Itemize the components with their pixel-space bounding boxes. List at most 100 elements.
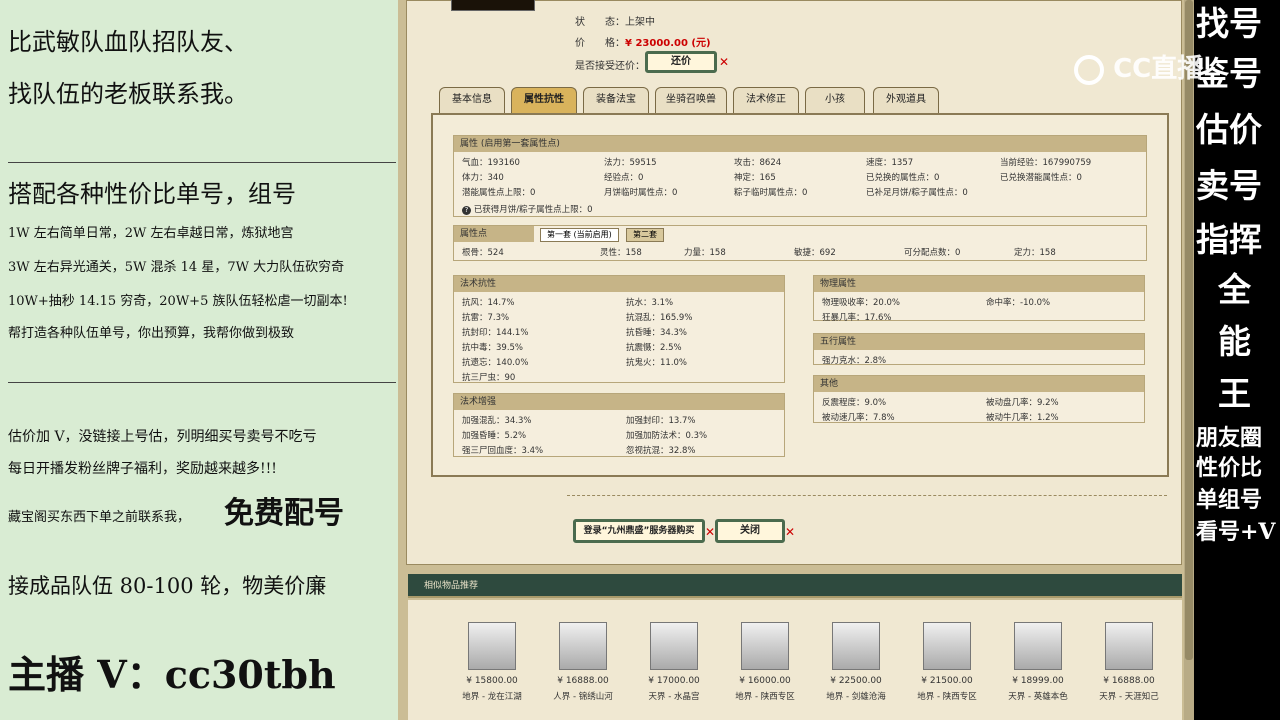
ad-single-team: 单组号: [1196, 487, 1263, 513]
recruit-line-1: 比武敏队血队招队友、: [8, 28, 248, 56]
attr-value: 月饼临时属性点：0: [604, 188, 678, 198]
ad-view-account: 看号+V: [1196, 519, 1276, 545]
item-price: ¥ 17000.00: [648, 676, 700, 686]
item-server: 地界 - 陕西专区: [917, 692, 977, 702]
combo-line-4: 帮打造各种队伍单号，你出预算，我帮你做到极致: [8, 326, 295, 341]
combo-line-1: 1W 左右简单日常，2W 左右卓越日常，炼狱地宫: [8, 226, 294, 241]
attr-value: 法力：59515: [604, 158, 657, 168]
stat-value: 被动盘几率：9.2%: [986, 398, 1059, 408]
stat-value: 抗昏睡：34.3%: [626, 328, 688, 338]
similar-item[interactable]: ¥ 18999.00 天界 - 英雄本色: [996, 622, 1080, 702]
stat-value: 加强封印：13.7%: [626, 416, 696, 426]
stat-value: 加强昏睡：5.2%: [462, 431, 527, 441]
left-info-panel: 比武敏队血队招队友、 找队伍的老板联系我。 搭配各种性价比单号，组号 1W 左右…: [0, 0, 398, 720]
stat-value: 抗三尸虫：90: [462, 373, 516, 383]
close-button[interactable]: 关闭: [715, 519, 785, 543]
similar-item[interactable]: ¥ 16000.00 地界 - 陕西专区: [723, 622, 807, 702]
ad-row-1: 找号: [1196, 4, 1262, 43]
point-value: 可分配点数：0: [904, 248, 961, 258]
bargain-button[interactable]: 还价: [645, 51, 717, 73]
scrollbar[interactable]: [1184, 0, 1194, 720]
stat-value: 忽视抗混：32.8%: [626, 446, 696, 456]
item-server: 地界 - 龙在江湖: [462, 692, 522, 702]
attr-value: 速度：1357: [866, 158, 914, 168]
scrollbar-thumb[interactable]: [1185, 0, 1193, 660]
stat-value: 抗混乱：165.9%: [626, 313, 693, 323]
bargain-label: 是否接受还价：: [575, 61, 645, 72]
divider: [567, 495, 1167, 496]
character-avatar: [468, 622, 516, 670]
tab-spell-correction[interactable]: 法术修正: [733, 87, 799, 113]
stat-value: 抗雷：7.3%: [462, 313, 510, 323]
item-server: 天界 - 英雄本色: [1008, 692, 1068, 702]
tab-mounts-pets[interactable]: 坐骑召唤兽: [655, 87, 727, 113]
help-icon: ?: [462, 206, 471, 215]
five-elements-box: 五行属性 强力克水：2.8%: [813, 333, 1145, 366]
ad-char-wang: 王: [1218, 374, 1251, 413]
ad-char-quan: 全: [1218, 270, 1251, 309]
point-value: 灵性：158: [600, 248, 642, 258]
similar-item[interactable]: ¥ 15800.00 地界 - 龙在江湖: [450, 622, 534, 702]
item-price: ¥ 18999.00: [1012, 676, 1064, 686]
similar-item[interactable]: ¥ 21500.00 地界 - 陕西专区: [905, 622, 989, 702]
item-server: 天界 - 水晶宫: [648, 692, 700, 702]
status-value: 上架中: [625, 17, 655, 28]
item-server: 地界 - 陕西专区: [735, 692, 795, 702]
points-box-title: 属性点: [454, 226, 534, 242]
points-set-1-tab[interactable]: 第一套 (当前启用): [540, 228, 619, 242]
team-line: 接成品队伍 80-100 轮，物美价廉: [8, 574, 327, 598]
other-box: 其他 反震程度：9.0% 被动盘几率：9.2% 被动速几率：7.8% 被动牛几率：1.…: [813, 375, 1145, 423]
similar-item[interactable]: ¥ 17000.00 天界 - 水晶宫: [632, 622, 716, 702]
character-avatar: [650, 622, 698, 670]
price-label: 价 格：: [575, 38, 625, 49]
spell-resistance-title: 法术抗性: [454, 276, 784, 292]
attr-note-text: 已获得月饼/粽子属性点上限：0: [473, 205, 593, 215]
point-value: 力量：158: [684, 248, 726, 258]
tab-children[interactable]: 小孩: [805, 87, 865, 113]
attribute-box: 属性 (启用第一套属性点) 气血：193160 法力：59515 攻击：8624 速度…: [453, 135, 1147, 217]
mooncake-limit-note: ? 已获得月饼/粽子属性点上限：0: [462, 203, 592, 215]
character-avatar: [832, 622, 880, 670]
character-avatar: [1105, 622, 1153, 670]
close-x-icon: ✕: [785, 525, 796, 539]
similar-items-header: 相似物品推荐: [408, 574, 1182, 598]
similar-items-list: ¥ 15800.00 地界 - 龙在江湖 ¥ 16888.00 人界 - 锦绣山河 ¥ …: [408, 600, 1182, 720]
tab-basic-info[interactable]: 基本信息: [439, 87, 505, 113]
divider: [8, 162, 396, 163]
similar-item[interactable]: ¥ 22500.00 地界 - 剑雄沧海: [814, 622, 898, 702]
attr-value: 已补足月饼/粽子属性点：0: [866, 188, 968, 198]
stat-value: 被动牛几率：1.2%: [986, 413, 1059, 423]
attr-value: 攻击：8624: [734, 158, 782, 168]
points-set-2-tab[interactable]: 第二套: [626, 228, 664, 242]
game-trade-window: 状 态：上架中 价 格：¥ 23000.00 (元) 是否接受还价： 还价 ✕ …: [398, 0, 1194, 720]
divider: [8, 382, 396, 383]
item-price: ¥ 15800.00: [466, 676, 518, 686]
character-avatar: [1014, 622, 1062, 670]
other-title: 其他: [814, 376, 1144, 392]
tab-equipment[interactable]: 装备法宝: [583, 87, 649, 113]
item-price: ¥ 16000.00: [739, 676, 791, 686]
spell-resistance-box: 法术抗性 抗风：14.7% 抗水：3.1% 抗雷：7.3% 抗混乱：165.9% 抗封印…: [453, 275, 785, 383]
attr-value: 气血：193160: [462, 158, 520, 168]
welfare-line: 每日开播发粉丝牌子福利，奖励越来越多!!!: [8, 461, 277, 477]
stat-value: 抗中毒：39.5%: [462, 343, 524, 353]
cc-logo-text: CC直播: [1113, 54, 1204, 84]
attributes-content: 属性 (启用第一套属性点) 气血：193160 法力：59515 攻击：8624 速度…: [431, 113, 1169, 477]
character-avatar: [559, 622, 607, 670]
attr-value: 当前经验：167990759: [1000, 158, 1092, 168]
similar-item[interactable]: ¥ 16888.00 人界 - 锦绣山河: [541, 622, 625, 702]
close-x-icon: ✕: [705, 525, 716, 539]
combo-line-2: 3W 左右异光通关，5W 混杀 14 星，7W 大力队伍砍穷奇: [8, 260, 345, 275]
similar-item[interactable]: ¥ 16888.00 天界 - 天涯知己: [1087, 622, 1171, 702]
point-value: 根骨：524: [462, 248, 504, 258]
attr-value: 神定：165: [734, 173, 776, 183]
status-label: 状 态：: [575, 17, 625, 28]
recruit-line-2: 找队伍的老板联系我。: [8, 80, 248, 108]
character-avatar: [741, 622, 789, 670]
stat-value: 反震程度：9.0%: [822, 398, 887, 408]
tab-appearance[interactable]: 外观道具: [873, 87, 939, 113]
login-purchase-button[interactable]: 登录“九州鼎盛”服务器购买: [573, 519, 705, 543]
item-server: 天界 - 天涯知己: [1099, 692, 1159, 702]
tab-attributes[interactable]: 属性抗性: [511, 87, 577, 113]
attr-value: 经验点：0: [604, 173, 644, 183]
